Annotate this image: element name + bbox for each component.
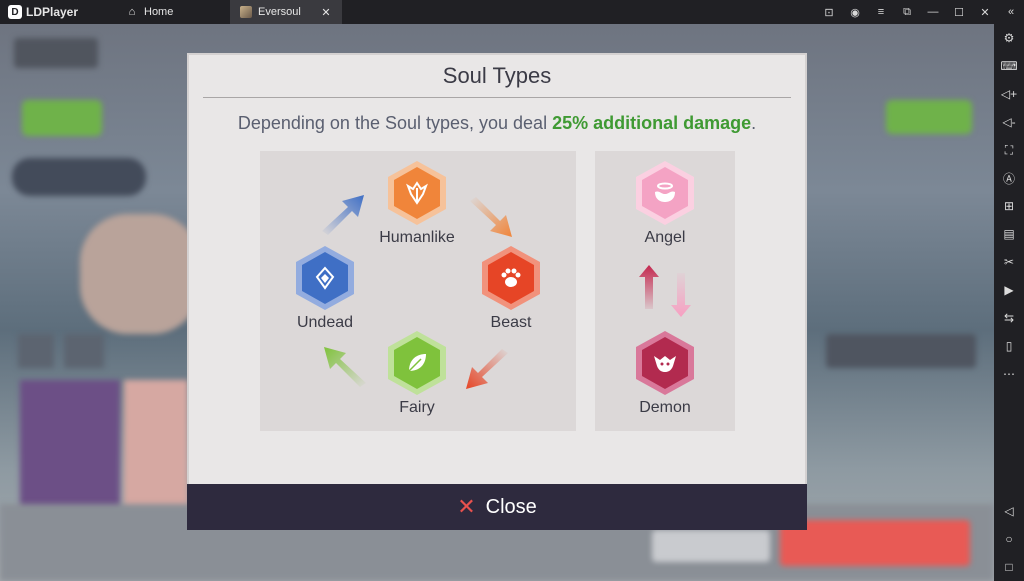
sync-icon[interactable]: ⇆ xyxy=(994,304,1024,332)
close-window-icon[interactable]: ✕ xyxy=(972,0,998,24)
title-divider xyxy=(203,97,791,98)
close-button[interactable]: ✕ Close xyxy=(187,484,807,530)
close-icon: ✕ xyxy=(457,494,476,519)
ldplayer-brand: D LDPlayer xyxy=(0,5,82,19)
fairy-label: Fairy xyxy=(399,399,435,416)
angel-icon xyxy=(642,167,688,219)
eversoul-app-icon xyxy=(240,6,252,18)
menu-icon[interactable]: ≡ xyxy=(868,0,894,24)
apk-install-icon[interactable]: ▤ xyxy=(994,220,1024,248)
slot-a-bg xyxy=(18,334,54,368)
soul-node-undead: Undead xyxy=(280,246,370,332)
hero-card-a-bg xyxy=(20,380,120,510)
soul-node-demon: Demon xyxy=(620,331,710,417)
shrink-window-icon[interactable]: ⧉ xyxy=(894,0,920,24)
arrow-beast-to-fairy xyxy=(466,349,508,389)
dialog-title: Soul Types xyxy=(442,63,552,88)
auto-icon[interactable]: Ⓐ xyxy=(994,164,1024,192)
save-formation-bg xyxy=(652,530,770,562)
arrow-fairy-to-undead xyxy=(324,347,366,387)
character-bg xyxy=(80,214,200,334)
account-icon[interactable]: ◉ xyxy=(842,0,868,24)
humanlike-badge xyxy=(388,161,446,225)
dialog-description: Depending on the Soul types, you deal 25… xyxy=(189,113,805,134)
close-label: Close xyxy=(485,495,537,518)
shake-icon[interactable]: ▯ xyxy=(994,332,1024,360)
collapse-sidebar-icon[interactable]: « xyxy=(998,0,1024,24)
soul-cycle-panel: Humanlike Beast Fairy Undead xyxy=(260,151,576,431)
angel-label: Angel xyxy=(644,229,686,246)
start-battle-bg xyxy=(780,520,970,566)
team-power-bg xyxy=(22,100,102,136)
soul-node-humanlike: Humanlike xyxy=(372,161,462,247)
arrow-angel-demon xyxy=(639,265,691,317)
ldplayer-logo-icon: D xyxy=(8,5,22,19)
humanlike-icon xyxy=(394,167,440,219)
enemy-power-bg xyxy=(886,100,972,134)
volume-up-icon[interactable]: ◁+ xyxy=(994,80,1024,108)
tab-eversoul[interactable]: Eversoul ✕ xyxy=(230,0,342,24)
beast-badge xyxy=(482,246,540,310)
record-icon[interactable]: ▶ xyxy=(994,276,1024,304)
volume-down-icon[interactable]: ◁- xyxy=(994,108,1024,136)
close-tab-icon[interactable]: ✕ xyxy=(320,6,332,19)
keyboard-icon[interactable]: ⌨ xyxy=(994,52,1024,80)
description-highlight: 25% additional damage xyxy=(552,113,752,133)
soul-types-dialog: Soul Types Depending on the Soul types, … xyxy=(187,53,807,507)
tab-home[interactable]: ⌂ Home xyxy=(82,0,230,24)
back-icon[interactable]: ◁ xyxy=(994,497,1024,525)
android-home-icon[interactable]: ○ xyxy=(994,525,1024,553)
fairy-leaf-icon xyxy=(394,337,440,389)
demon-icon xyxy=(642,337,688,389)
gamepad-icon[interactable]: ⊡ xyxy=(816,0,842,24)
arrow-humanlike-to-beast xyxy=(470,197,512,237)
tab-home-label: Home xyxy=(144,6,174,18)
recent-apps-icon[interactable]: □ xyxy=(994,553,1024,581)
more-icon[interactable]: ⋯ xyxy=(994,360,1024,388)
soul-node-beast: Beast xyxy=(466,246,556,332)
beast-label: Beast xyxy=(490,314,532,331)
description-suffix: . xyxy=(751,113,757,133)
slot-b-bg xyxy=(64,334,104,368)
description-prefix: Depending on the Soul types, you deal xyxy=(237,113,553,133)
add-app-icon[interactable]: ⊞ xyxy=(994,192,1024,220)
soul-pair-panel: Angel Demon xyxy=(595,151,735,431)
arrow-undead-to-humanlike xyxy=(322,195,364,235)
brand-label: LDPlayer xyxy=(26,5,79,19)
undead-label: Undead xyxy=(296,314,354,331)
hero-card-b-bg xyxy=(124,380,188,510)
formation-bg xyxy=(12,158,146,196)
tab-eversoul-label: Eversoul xyxy=(258,6,301,18)
scissors-icon[interactable]: ✂ xyxy=(994,248,1024,276)
back-button-bg xyxy=(14,38,98,68)
enemy-info-bg xyxy=(826,334,976,368)
emulator-sidebar: ⚙ ⌨ ◁+ ◁- ⛶ Ⓐ ⊞ ▤ ✂ ▶ ⇆ ▯ ⋯ ◁ ○ □ xyxy=(994,24,1024,581)
screenshot-icon[interactable]: ⛶ xyxy=(994,136,1024,164)
humanlike-label: Humanlike xyxy=(379,229,455,246)
undead-icon xyxy=(302,252,348,304)
demon-badge xyxy=(636,331,694,395)
soul-node-angel: Angel xyxy=(620,161,710,247)
home-icon: ⌂ xyxy=(128,6,136,18)
undead-badge xyxy=(296,246,354,310)
minimize-icon[interactable]: — xyxy=(920,0,946,24)
settings-icon[interactable]: ⚙ xyxy=(994,24,1024,52)
demon-label: Demon xyxy=(639,399,691,416)
angel-badge xyxy=(636,161,694,225)
beast-paw-icon xyxy=(488,252,534,304)
soul-node-fairy: Fairy xyxy=(372,331,462,417)
maximize-icon[interactable]: ☐ xyxy=(946,0,972,24)
emulator-title-bar: D LDPlayer ⌂ Home Eversoul ✕ ⊡ ◉ ≡ ⧉ — ☐… xyxy=(0,0,1024,24)
fairy-badge xyxy=(388,331,446,395)
